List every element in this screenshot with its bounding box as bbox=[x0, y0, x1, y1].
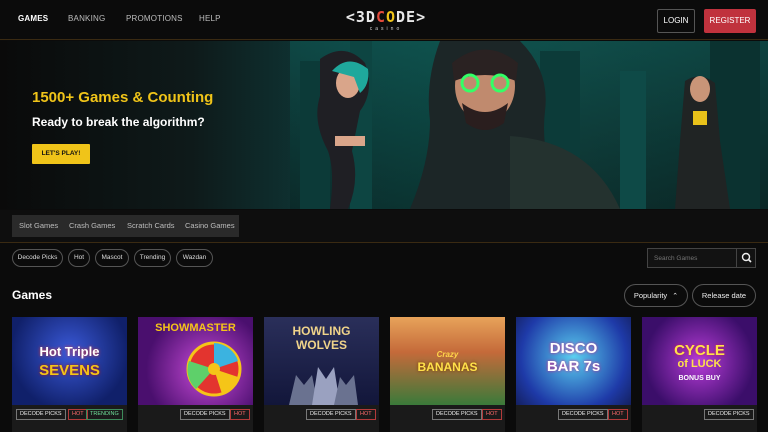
tab-crash-games[interactable]: Crash Games bbox=[69, 221, 115, 230]
nav-help[interactable]: HELP bbox=[199, 14, 221, 23]
logo-wordmark: <3DCODE> bbox=[345, 8, 427, 26]
hero-title: 1500+ Games & Counting bbox=[32, 89, 214, 106]
login-button[interactable]: LOGIN bbox=[657, 9, 695, 33]
game-title-line: Hot Triple bbox=[39, 344, 100, 359]
filter-mascot[interactable]: Mascot bbox=[95, 249, 129, 267]
sort-popularity-label: Popularity bbox=[633, 291, 668, 300]
tab-scratch-cards[interactable]: Scratch Cards bbox=[127, 221, 175, 230]
tag-hot: HOT bbox=[68, 409, 88, 420]
game-card[interactable]: SHOWMASTER DECODE PICKS HOT bbox=[138, 317, 253, 432]
search-input[interactable] bbox=[648, 249, 736, 267]
game-card[interactable]: CYCLE of LUCK BONUS BUY DECODE PICKS bbox=[642, 317, 757, 432]
game-thumbnail[interactable]: CYCLE of LUCK BONUS BUY bbox=[642, 317, 757, 405]
game-thumbnail[interactable]: Hot Triple SEVENS bbox=[12, 317, 127, 405]
game-thumbnail[interactable]: HOWLING WOLVES bbox=[264, 317, 379, 405]
game-card[interactable]: DISCO BAR 7s DECODE PICKS HOT bbox=[516, 317, 631, 432]
hero-subtitle: Ready to break the algorithm? bbox=[32, 115, 205, 129]
game-title-line: BONUS BUY bbox=[678, 375, 721, 382]
lets-play-button[interactable]: LET'S PLAY! bbox=[32, 144, 90, 164]
game-title-line: BANANAS bbox=[417, 360, 478, 374]
filter-decode-picks[interactable]: Decode Picks bbox=[12, 249, 63, 267]
game-tags: DECODE PICKS HOT bbox=[558, 409, 628, 421]
hero-banner: 1500+ Games & Counting Ready to break th… bbox=[0, 41, 768, 209]
sort-release-date-button[interactable]: Release date bbox=[692, 284, 756, 307]
game-title-line: of LUCK bbox=[677, 358, 722, 370]
nav-games[interactable]: GAMES bbox=[18, 14, 48, 23]
search-button[interactable] bbox=[736, 249, 756, 267]
game-thumbnail[interactable]: DISCO BAR 7s bbox=[516, 317, 631, 405]
search-box bbox=[647, 248, 756, 268]
tag-decode-picks: DECODE PICKS bbox=[16, 409, 66, 420]
category-bar: Slot Games Crash Games Scratch Cards Cas… bbox=[0, 210, 768, 243]
game-thumbnail[interactable]: SHOWMASTER bbox=[138, 317, 253, 405]
game-thumbnail[interactable]: Crazy BANANAS bbox=[390, 317, 505, 405]
tag-hot: HOT bbox=[230, 409, 250, 420]
hero-artwork bbox=[290, 41, 768, 209]
sort-popularity-button[interactable]: Popularity ⌃ bbox=[624, 284, 688, 307]
category-tabs: Slot Games Crash Games Scratch Cards Cas… bbox=[12, 215, 239, 237]
game-tags: DECODE PICKS HOT bbox=[432, 409, 502, 421]
game-title-line: WOLVES bbox=[295, 338, 348, 352]
games-heading: Games bbox=[12, 288, 53, 302]
tag-decode-picks: DECODE PICKS bbox=[306, 409, 356, 420]
nav-promotions[interactable]: PROMOTIONS bbox=[126, 14, 183, 23]
tab-slot-games[interactable]: Slot Games bbox=[19, 221, 58, 230]
nav-banking[interactable]: BANKING bbox=[68, 14, 105, 23]
game-tags: DECODE PICKS bbox=[704, 409, 754, 421]
game-title-line: DISCO bbox=[549, 340, 598, 357]
game-title-line: CYCLE bbox=[674, 342, 725, 359]
game-card[interactable]: Crazy BANANAS DECODE PICKS HOT bbox=[390, 317, 505, 432]
logo-subtitle: casino bbox=[369, 26, 403, 32]
register-button[interactable]: REGISTER bbox=[704, 9, 756, 33]
wolf-icon bbox=[289, 367, 358, 405]
wheel-icon bbox=[186, 341, 242, 397]
game-card[interactable]: HOWLING WOLVES DECODE PICKS HOT bbox=[264, 317, 379, 432]
game-card[interactable]: Hot Triple SEVENS DECODE PICKS HOT TREND… bbox=[12, 317, 127, 432]
game-title-line: Crazy bbox=[436, 350, 459, 359]
filter-hot[interactable]: Hot bbox=[68, 249, 90, 267]
tab-casino-games[interactable]: Casino Games bbox=[185, 221, 235, 230]
tag-hot: HOT bbox=[608, 409, 628, 420]
site-logo[interactable]: <3DCODE> casino bbox=[336, 7, 436, 35]
top-navigation: GAMES BANKING PROMOTIONS HELP <3DCODE> c… bbox=[0, 0, 768, 40]
game-title-line: BAR 7s bbox=[546, 358, 601, 375]
chevron-up-icon: ⌃ bbox=[672, 293, 679, 300]
game-title-line: SHOWMASTER bbox=[155, 322, 236, 334]
filter-wazdan[interactable]: Wazdan bbox=[176, 249, 213, 267]
game-tags: DECODE PICKS HOT bbox=[306, 409, 376, 421]
filter-row: Decode Picks Hot Mascot Trending Wazdan bbox=[0, 244, 768, 272]
game-title-line: SEVENS bbox=[39, 362, 100, 379]
tag-decode-picks: DECODE PICKS bbox=[558, 409, 608, 420]
game-title-line: HOWLING bbox=[292, 324, 351, 338]
search-icon bbox=[741, 252, 752, 263]
tag-decode-picks: DECODE PICKS bbox=[704, 409, 754, 420]
tag-hot: HOT bbox=[482, 409, 502, 420]
game-tags: DECODE PICKS HOT bbox=[180, 409, 250, 421]
tag-decode-picks: DECODE PICKS bbox=[180, 409, 230, 420]
game-tags: DECODE PICKS HOT TRENDING bbox=[16, 409, 126, 421]
tag-decode-picks: DECODE PICKS bbox=[432, 409, 482, 420]
tag-hot: HOT bbox=[356, 409, 376, 420]
tag-trending: TRENDING bbox=[86, 409, 123, 420]
filter-trending[interactable]: Trending bbox=[134, 249, 171, 267]
